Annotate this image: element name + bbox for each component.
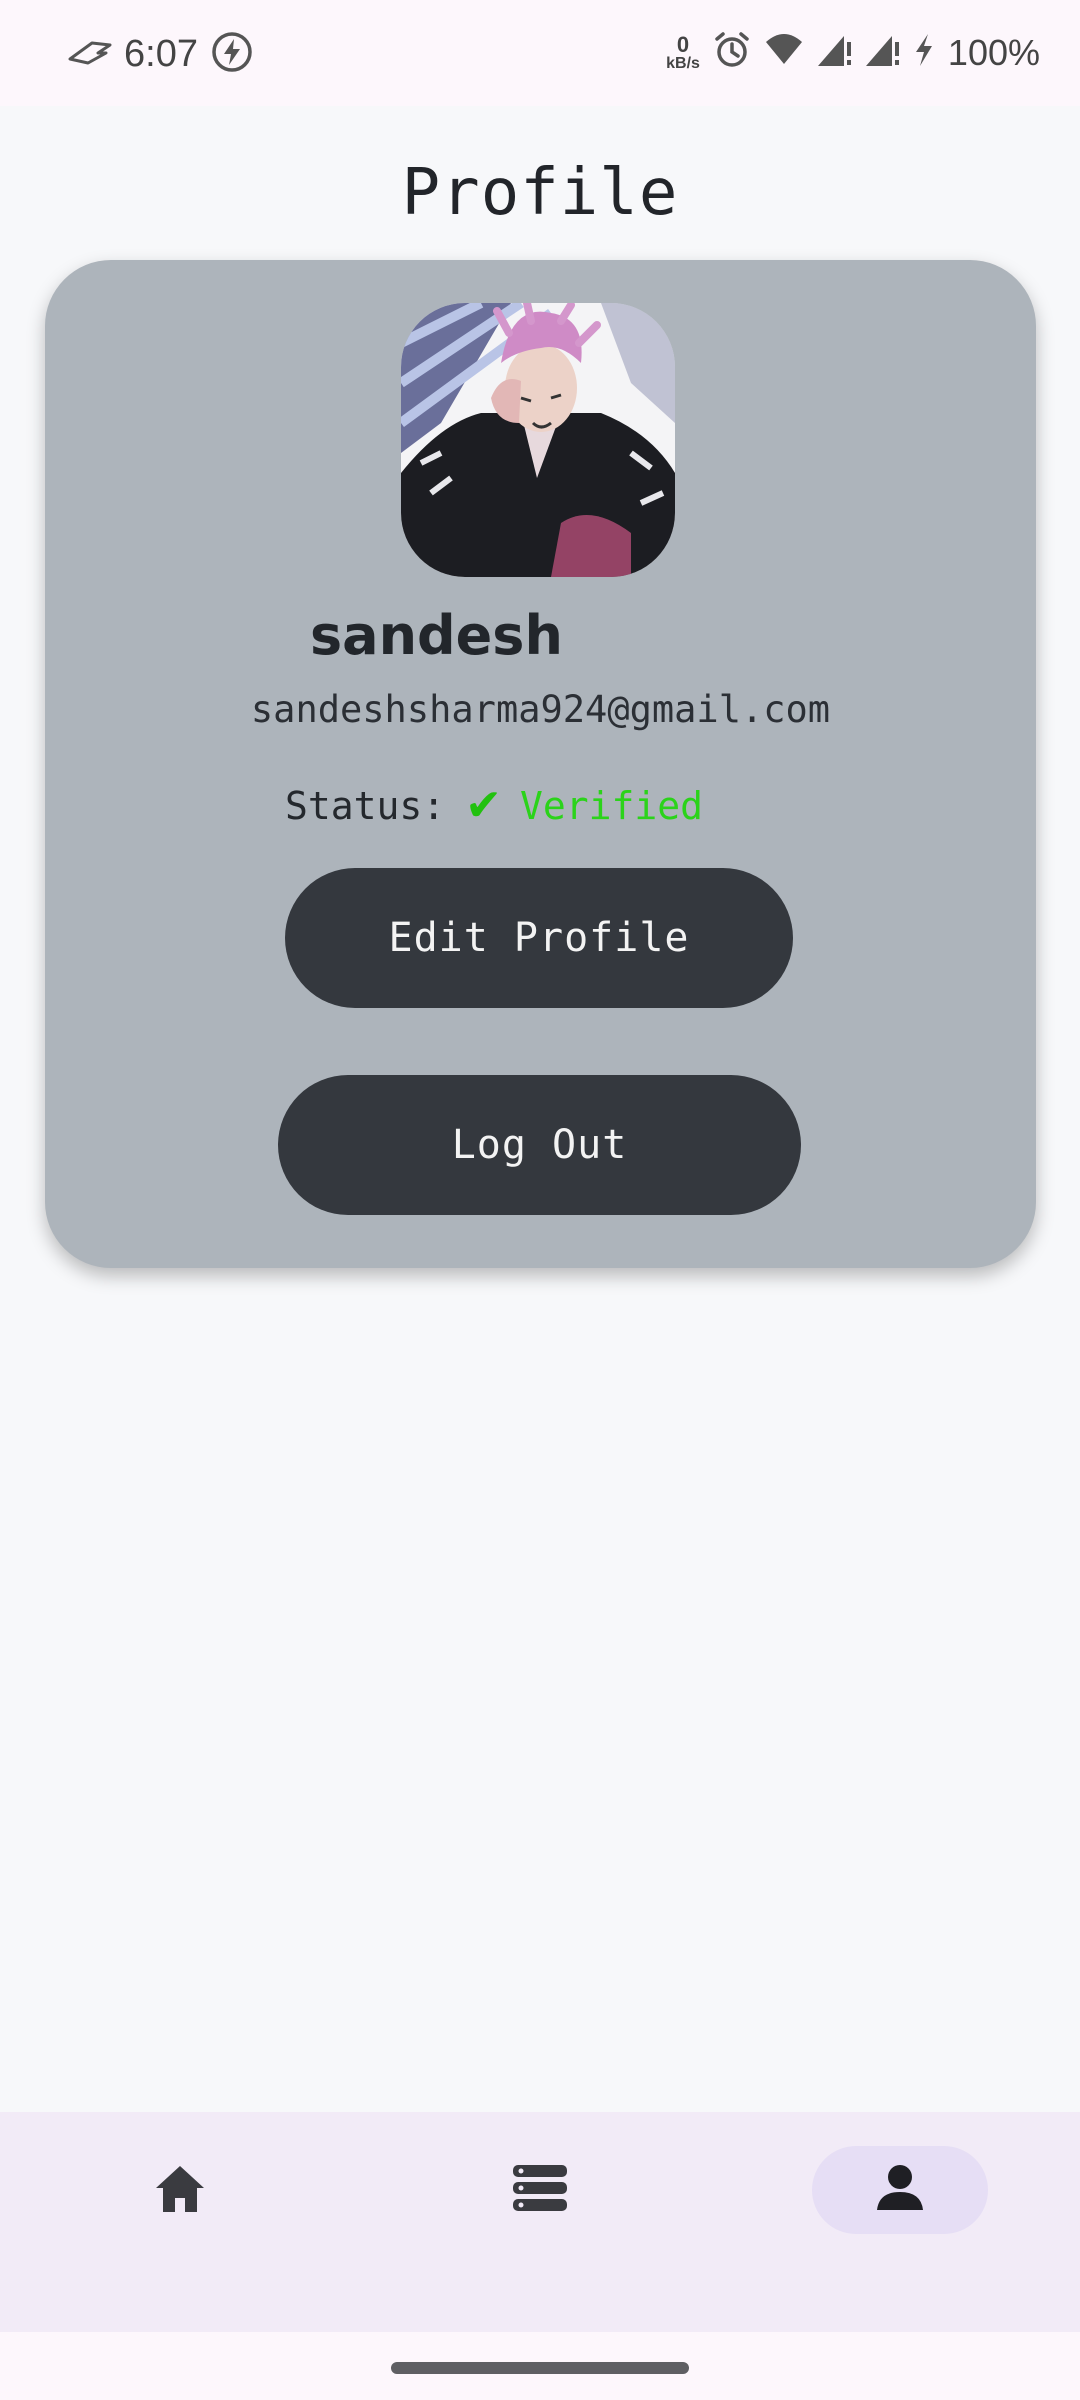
profile-card: sandesh sandeshsharma924@gmail.com Statu… bbox=[45, 260, 1036, 1268]
charging-bolt-icon bbox=[210, 30, 254, 79]
status-time: 6:07 bbox=[124, 33, 198, 75]
bottom-nav bbox=[0, 2112, 1080, 2332]
page-title: Profile bbox=[401, 156, 679, 230]
gesture-area bbox=[0, 2332, 1080, 2400]
battery-percent: 100% bbox=[947, 31, 1040, 73]
status-bar-right: 0 kB/s 100% bbox=[666, 30, 1040, 75]
home-icon bbox=[152, 2162, 208, 2218]
status-bar: 6:07 0 kB/s 100% bbox=[0, 0, 1080, 106]
alarm-icon bbox=[712, 30, 752, 75]
nav-home[interactable] bbox=[92, 2146, 268, 2234]
net-speed: 0 kB/s bbox=[666, 31, 700, 72]
home-gesture-bar[interactable] bbox=[391, 2362, 689, 2374]
signal-icon bbox=[864, 32, 900, 73]
logout-button[interactable]: Log Out bbox=[278, 1075, 801, 1215]
signal-icon bbox=[816, 32, 852, 73]
status-value: Verified bbox=[520, 783, 704, 828]
username: sandesh bbox=[310, 604, 563, 667]
person-icon bbox=[875, 2164, 925, 2216]
nav-profile[interactable] bbox=[812, 2146, 988, 2234]
rog-logo-icon bbox=[68, 39, 112, 70]
verification-status: Status: ✔ Verified bbox=[285, 780, 703, 831]
net-speed-unit: kB/s bbox=[666, 54, 700, 72]
email: sandeshsharma924@gmail.com bbox=[250, 688, 831, 731]
net-speed-value: 0 bbox=[676, 31, 690, 57]
battery-bolt-icon bbox=[912, 32, 936, 73]
wifi-icon bbox=[764, 32, 804, 73]
status-label: Status: bbox=[285, 783, 446, 828]
list-icon bbox=[511, 2163, 569, 2217]
status-bar-left: 6:07 bbox=[68, 30, 254, 79]
edit-profile-button[interactable]: Edit Profile bbox=[285, 868, 793, 1008]
nav-list[interactable] bbox=[452, 2146, 628, 2234]
check-icon: ✔ bbox=[465, 780, 503, 831]
avatar[interactable] bbox=[401, 303, 675, 577]
